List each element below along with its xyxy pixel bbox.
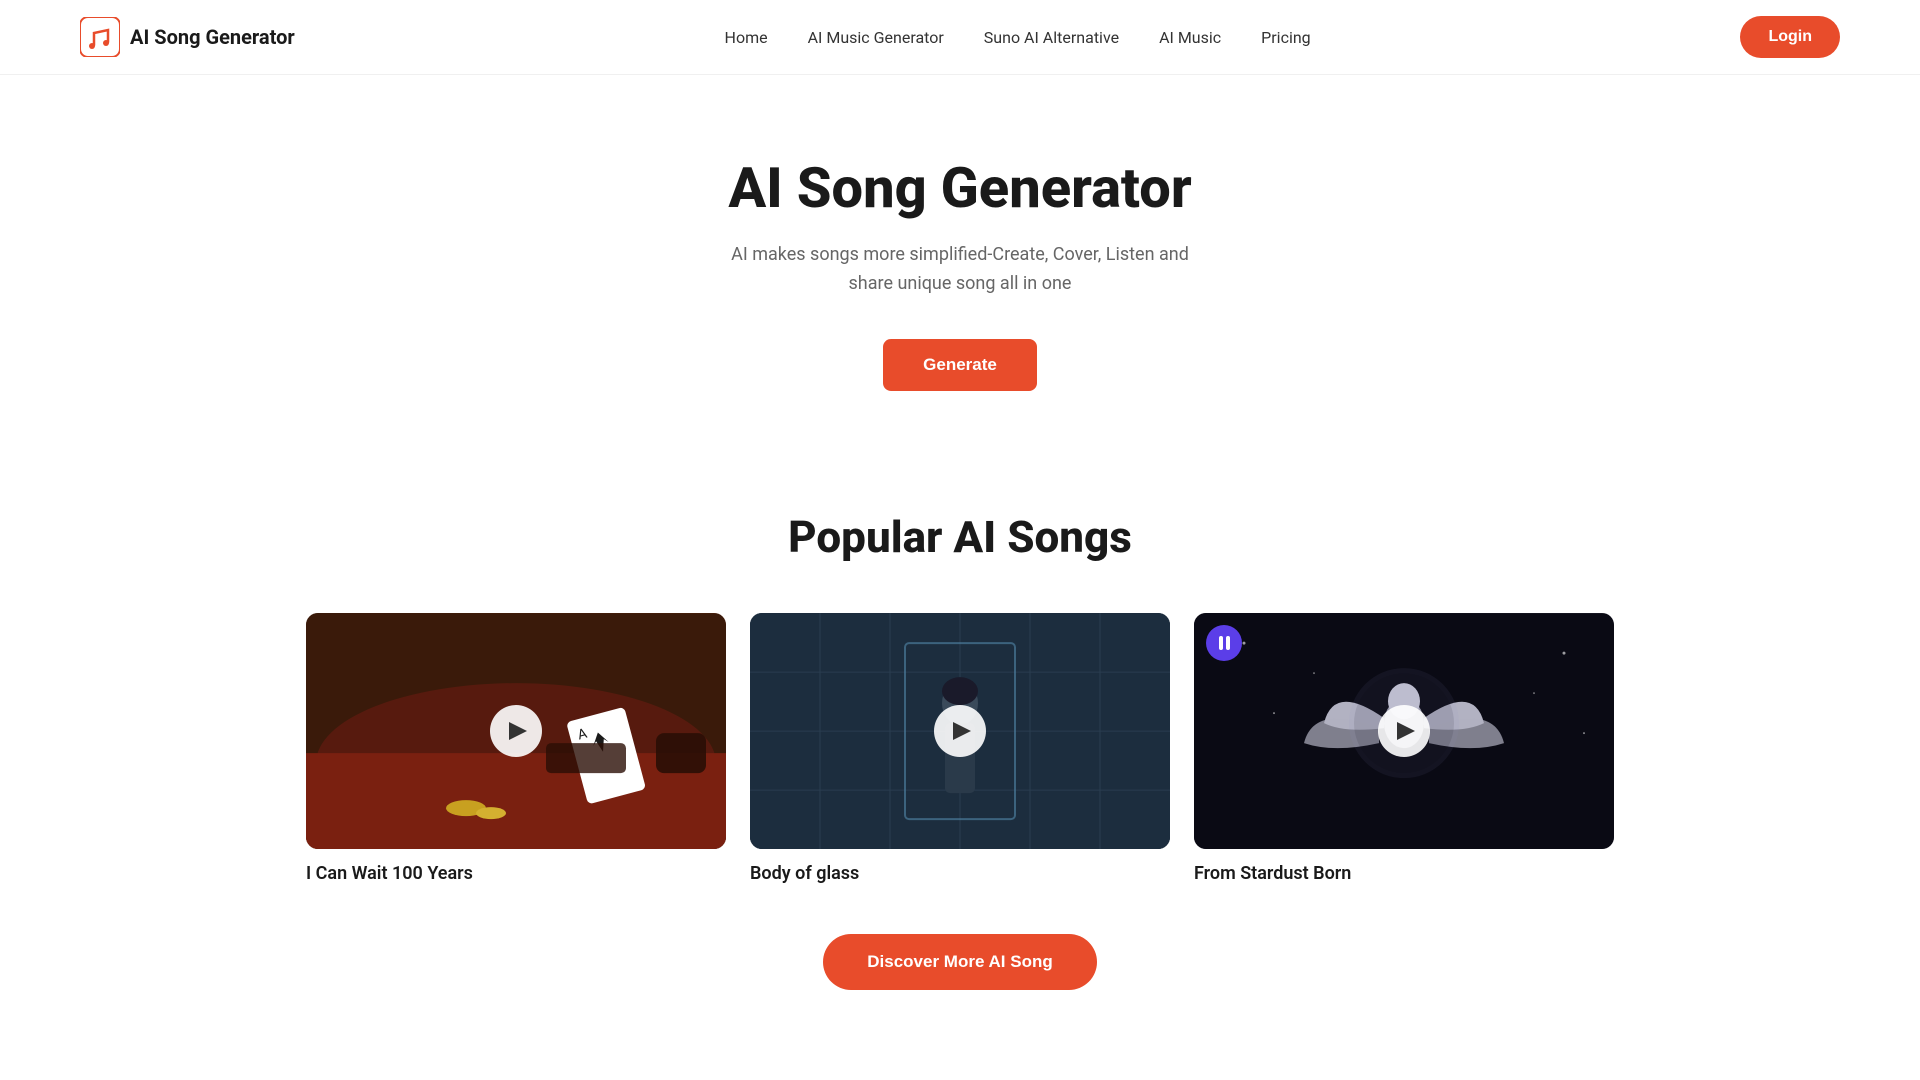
nav-ai-music[interactable]: AI Music bbox=[1159, 28, 1221, 47]
logo-icon bbox=[80, 17, 120, 57]
login-button[interactable]: Login bbox=[1740, 16, 1840, 58]
discover-button[interactable]: Discover More AI Song bbox=[823, 934, 1096, 990]
hero-section: AI Song Generator AI makes songs more si… bbox=[0, 75, 1920, 451]
play-icon-1 bbox=[509, 722, 527, 740]
play-icon-2 bbox=[953, 722, 971, 740]
logo-link[interactable]: AI Song Generator bbox=[80, 17, 295, 57]
pause-bars bbox=[1219, 636, 1230, 650]
nav-pricing[interactable]: Pricing bbox=[1261, 28, 1311, 47]
song-title-1: I Can Wait 100 Years bbox=[306, 863, 726, 884]
hero-subtitle: AI makes songs more simplified-Create, C… bbox=[710, 241, 1210, 299]
songs-grid: A I Can Wait 100 Years bbox=[80, 613, 1840, 884]
nav-ai-music-generator[interactable]: AI Music Generator bbox=[808, 28, 944, 47]
song-card-2[interactable]: Body of glass bbox=[750, 613, 1170, 884]
pause-bar-right bbox=[1226, 636, 1230, 650]
nav-suno-ai-alternative[interactable]: Suno AI Alternative bbox=[984, 28, 1119, 47]
navbar: AI Song Generator Home AI Music Generato… bbox=[0, 0, 1920, 75]
logo-text: AI Song Generator bbox=[130, 25, 295, 49]
play-icon-3 bbox=[1397, 722, 1415, 740]
nav-home[interactable]: Home bbox=[725, 28, 768, 47]
nav-links: Home AI Music Generator Suno AI Alternat… bbox=[725, 28, 1311, 47]
play-button-2[interactable] bbox=[934, 705, 986, 757]
song-card-1[interactable]: A I Can Wait 100 Years bbox=[306, 613, 726, 884]
song-title-3: From Stardust Born bbox=[1194, 863, 1614, 884]
song-thumbnail-1: A bbox=[306, 613, 726, 849]
song-thumbnail-3 bbox=[1194, 613, 1614, 849]
generate-button[interactable]: Generate bbox=[883, 339, 1037, 391]
play-button-3[interactable] bbox=[1378, 705, 1430, 757]
play-button-1[interactable] bbox=[490, 705, 542, 757]
song-card-3[interactable]: From Stardust Born bbox=[1194, 613, 1614, 884]
song-thumbnail-2 bbox=[750, 613, 1170, 849]
song-title-2: Body of glass bbox=[750, 863, 1170, 884]
hero-title: AI Song Generator bbox=[20, 155, 1900, 221]
popular-title: Popular AI Songs bbox=[80, 511, 1840, 563]
pause-indicator-3 bbox=[1206, 625, 1242, 661]
popular-section: Popular AI Songs A bbox=[0, 451, 1920, 1070]
pause-bar-left bbox=[1219, 636, 1223, 650]
